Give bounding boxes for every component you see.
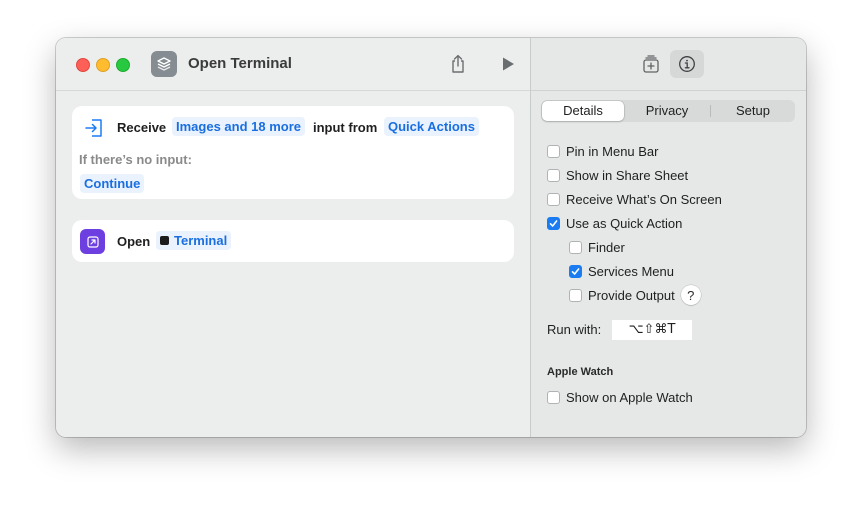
- close-button[interactable]: [76, 58, 90, 72]
- provide-output-option[interactable]: Provide Output ?: [569, 285, 701, 305]
- info-icon: [679, 56, 695, 72]
- provide-output-label: Provide Output: [588, 287, 675, 303]
- help-button[interactable]: ?: [680, 285, 701, 305]
- apple-watch-heading: Apple Watch: [547, 366, 614, 378]
- shortcut-editor-window: Open Terminal Receive Images and 18 more: [56, 38, 806, 437]
- receive-action-card[interactable]: Receive Images and 18 more input from Qu…: [72, 106, 514, 199]
- quick-action-label: Use as Quick Action: [566, 215, 683, 231]
- checkmark-icon: [549, 219, 558, 227]
- share-sheet-checkbox[interactable]: [547, 168, 560, 182]
- receive-screen-label: Receive What’s On Screen: [566, 191, 722, 207]
- input-types-token[interactable]: Images and 18 more: [172, 117, 305, 136]
- provide-output-checkbox[interactable]: [569, 288, 582, 302]
- library-button[interactable]: [638, 52, 664, 76]
- inspector-toolbar: [531, 38, 806, 91]
- titlebar: Open Terminal: [56, 38, 530, 91]
- pin-menu-bar-checkbox[interactable]: [547, 144, 560, 158]
- quick-action-option[interactable]: Use as Quick Action: [547, 214, 682, 232]
- input-from-label: input from: [313, 120, 378, 135]
- app-token-label: Terminal: [174, 233, 228, 248]
- run-with-label: Run with:: [547, 322, 602, 337]
- finder-option[interactable]: Finder: [569, 238, 625, 256]
- open-app-icon: [80, 229, 105, 254]
- pin-menu-bar-label: Pin in Menu Bar: [566, 143, 659, 159]
- app-token[interactable]: Terminal: [156, 231, 232, 250]
- editor-pane: Open Terminal Receive Images and 18 more: [56, 38, 530, 437]
- services-menu-label: Services Menu: [588, 263, 674, 279]
- receive-input-icon: [85, 119, 102, 137]
- share-button[interactable]: [445, 52, 471, 76]
- play-icon: [503, 57, 514, 71]
- inspector-pane: Details Privacy Setup Pin in Menu Bar Sh…: [531, 38, 806, 437]
- info-button[interactable]: [670, 50, 704, 78]
- add-to-library-icon: [643, 55, 659, 73]
- minimize-button[interactable]: [96, 58, 110, 72]
- open-label: Open: [117, 234, 151, 249]
- keyboard-shortcut-field[interactable]: ⌥⇧⌘T: [612, 320, 692, 340]
- run-button[interactable]: [495, 52, 521, 76]
- checkmark-icon: [571, 267, 580, 275]
- tab-details[interactable]: Details: [542, 101, 624, 121]
- share-icon: [452, 54, 464, 73]
- shortcuts-layers-icon[interactable]: [151, 51, 177, 77]
- apple-watch-option[interactable]: Show on Apple Watch: [547, 388, 693, 406]
- apple-watch-checkbox[interactable]: [547, 390, 560, 404]
- pin-menu-bar-option[interactable]: Pin in Menu Bar: [547, 142, 659, 160]
- finder-checkbox[interactable]: [569, 240, 582, 254]
- receive-label: Receive: [117, 120, 167, 135]
- receive-screen-checkbox[interactable]: [547, 192, 560, 206]
- no-input-label: If there’s no input:: [79, 152, 192, 167]
- apple-watch-label: Show on Apple Watch: [566, 389, 693, 405]
- window-title[interactable]: Open Terminal: [188, 55, 292, 72]
- share-sheet-option[interactable]: Show in Share Sheet: [547, 166, 688, 184]
- tab-setup[interactable]: Setup: [711, 100, 795, 122]
- services-menu-checkbox[interactable]: [569, 264, 582, 278]
- zoom-button[interactable]: [116, 58, 130, 72]
- quick-action-checkbox[interactable]: [547, 216, 560, 230]
- finder-label: Finder: [588, 239, 625, 255]
- open-action-card[interactable]: Open Terminal: [72, 220, 514, 262]
- input-source-token[interactable]: Quick Actions: [384, 117, 479, 136]
- tab-privacy[interactable]: Privacy: [625, 100, 709, 122]
- share-sheet-label: Show in Share Sheet: [566, 167, 689, 183]
- no-input-token[interactable]: Continue: [80, 174, 145, 193]
- inspector-tabs: Details Privacy Setup: [541, 100, 795, 122]
- terminal-app-icon: [160, 236, 169, 245]
- services-menu-option[interactable]: Services Menu: [569, 262, 674, 280]
- receive-screen-option[interactable]: Receive What’s On Screen: [547, 190, 722, 208]
